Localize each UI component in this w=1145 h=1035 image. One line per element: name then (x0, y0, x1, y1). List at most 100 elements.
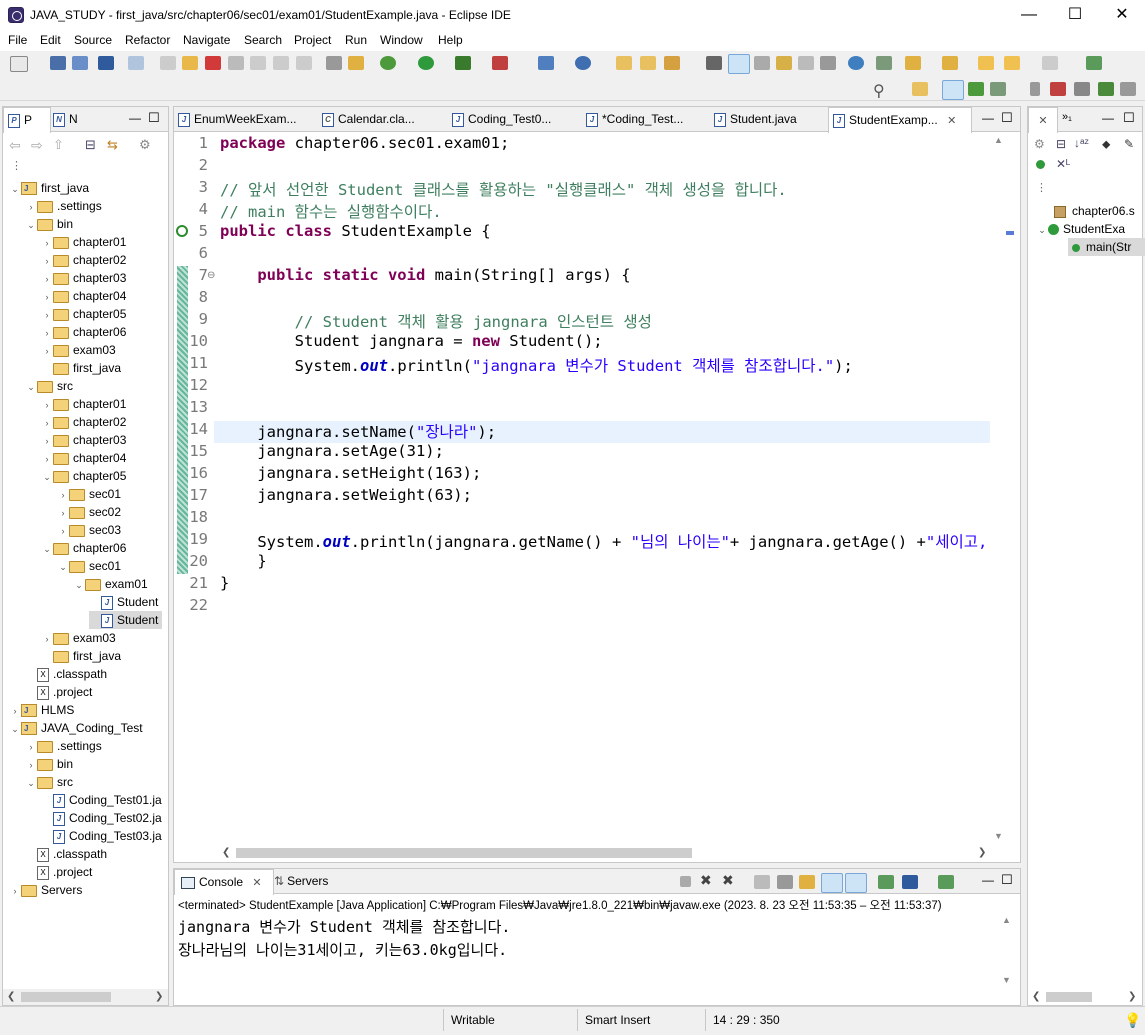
open-type-icon[interactable] (616, 56, 632, 70)
forward-nav-icon[interactable]: ⇨ (31, 137, 43, 154)
collapse-all-icon[interactable]: ⊟ (85, 137, 96, 153)
tab-servers[interactable]: ⇅ Servers (270, 869, 344, 894)
chevron-right-icon[interactable]: › (57, 504, 69, 522)
block-icon[interactable] (776, 56, 792, 70)
tree-item[interactable]: X .classpath (25, 845, 107, 863)
hide-fields-icon[interactable]: ⬥ (1102, 137, 1110, 152)
chevron-right-icon[interactable]: › (41, 252, 53, 270)
editor-tab-student[interactable]: J Student.java (714, 107, 822, 132)
skip-breakpoints-icon[interactable] (128, 56, 144, 70)
chevron-down-icon[interactable]: ⌄ (57, 558, 69, 576)
menu-file[interactable]: File (8, 33, 27, 47)
chevron-right-icon[interactable]: › (41, 288, 53, 306)
menu-edit[interactable]: Edit (40, 33, 61, 47)
tree-item[interactable]: › chapter03 (41, 269, 127, 288)
view-c-icon[interactable] (1098, 82, 1114, 96)
link-outline-icon[interactable]: ⊟ (1056, 137, 1066, 151)
suspend-icon[interactable] (182, 56, 198, 70)
tree-item[interactable]: X .project (25, 683, 92, 701)
restore-icon[interactable] (1030, 82, 1040, 96)
chevron-right-icon[interactable]: › (41, 432, 53, 450)
tree-item[interactable]: ⌄ chapter06 (41, 539, 126, 557)
link-editor-icon[interactable]: ⇆ (107, 137, 118, 153)
next-annotation-icon[interactable] (905, 56, 921, 70)
chevron-right-icon[interactable]: › (41, 414, 53, 432)
overview-marker[interactable] (1006, 231, 1014, 235)
tree-item[interactable]: J Coding_Test01.ja (41, 791, 162, 809)
open-console-icon[interactable] (938, 875, 954, 889)
highlight-icon[interactable] (728, 54, 750, 74)
maximize-button[interactable]: ☐ (1052, 0, 1098, 30)
open-folder-icon[interactable] (640, 56, 656, 70)
back-icon[interactable] (1004, 56, 1020, 70)
chevron-down-icon[interactable]: ⌄ (25, 216, 37, 234)
tree-item[interactable]: › sec01 (57, 485, 122, 503)
editor-tab-enumweekexam[interactable]: J EnumWeekExam... (178, 107, 316, 132)
chevron-right-icon[interactable]: › (41, 306, 53, 324)
tree-item[interactable]: › sec02 (57, 503, 122, 522)
debug-perspective-icon[interactable] (968, 82, 984, 96)
tree-item[interactable]: J Student (89, 611, 163, 629)
terminate-console-icon[interactable] (680, 876, 691, 887)
mark-icon[interactable] (754, 56, 770, 70)
tree-item[interactable]: › chapter04 (41, 287, 127, 306)
tree-item[interactable]: › bin (25, 755, 74, 773)
close-console-icon[interactable]: ✕ (252, 877, 261, 889)
more-views-icon[interactable]: »₁ (1062, 111, 1072, 123)
console-minimize-icon[interactable]: — (982, 873, 994, 887)
outline-minimize-icon[interactable]: — (1102, 111, 1114, 125)
step-into-icon[interactable] (250, 56, 266, 70)
menu-help[interactable]: Help (438, 33, 463, 47)
tree-item[interactable]: ⌄ src (25, 773, 73, 791)
annotation-icon[interactable] (706, 56, 722, 70)
prev-annotation-icon[interactable] (942, 56, 958, 70)
tree-item[interactable]: ⌄ sec01 (57, 557, 121, 575)
java-perspective-icon[interactable] (942, 80, 964, 100)
pin-editor-icon[interactable] (1086, 56, 1102, 70)
vscroll-down-icon[interactable]: ▼ (994, 831, 1003, 841)
tree-item[interactable]: › HLMS (9, 701, 75, 720)
external-tools-icon[interactable] (492, 56, 508, 70)
view-b-icon[interactable] (1074, 82, 1090, 96)
globe-icon[interactable] (848, 56, 864, 70)
tree-item[interactable]: › chapter03 (41, 431, 127, 450)
outline-hscrollbar[interactable]: ❮ ❯ (1028, 989, 1142, 1005)
chevron-down-icon[interactable]: ⌄ (41, 540, 53, 558)
menu-run[interactable]: Run (345, 33, 367, 47)
outline-main-method[interactable]: main(Str (1068, 238, 1145, 256)
new-icon[interactable] (10, 56, 28, 72)
chevron-down-icon[interactable]: ⌄ (9, 720, 21, 738)
editor-tab-coding-test-modified[interactable]: J *Coding_Test... (586, 107, 716, 132)
tab-outline[interactable]: ✕ (1028, 107, 1058, 133)
tree-item[interactable]: ⌄ src (25, 377, 73, 395)
chevron-right-icon[interactable]: › (41, 396, 53, 414)
open-perspective-icon[interactable] (912, 82, 928, 96)
chevron-down-icon[interactable]: ⌄ (25, 378, 37, 396)
tree-item[interactable]: › .settings (25, 737, 102, 755)
tree-item[interactable]: › chapter02 (41, 251, 127, 270)
tree-item[interactable]: X .classpath (25, 665, 107, 683)
tree-item[interactable]: ⌄ bin (25, 215, 73, 233)
resume-icon[interactable] (160, 56, 176, 70)
toggle-icon[interactable] (326, 56, 342, 70)
tree-hscrollbar[interactable]: ❮ ❯ (3, 989, 168, 1005)
new-java-project-icon[interactable] (538, 56, 554, 70)
debug-icon[interactable] (380, 56, 396, 70)
chevron-right-icon[interactable]: › (57, 522, 69, 540)
vscroll-up-icon[interactable]: ▲ (994, 135, 1003, 145)
outline-menu-icon[interactable]: ⋮ (1036, 181, 1047, 194)
editor-maximize-icon[interactable]: ☐ (1001, 110, 1013, 126)
show-stderr-icon[interactable] (845, 873, 867, 893)
chevron-right-icon[interactable]: › (41, 270, 53, 288)
run-icon[interactable] (418, 56, 434, 70)
chevron-right-icon[interactable]: › (25, 738, 37, 756)
editor-tab-studentexample[interactable]: J StudentExamp... ✕ (828, 107, 972, 133)
tip-lightbulb-icon[interactable]: 💡 (1124, 1012, 1141, 1029)
fold-marker-icon[interactable]: ⊖ (207, 270, 215, 281)
remove-launch-icon[interactable]: ✖ (700, 872, 712, 889)
tree-item[interactable]: › chapter01 (41, 395, 127, 414)
save-icon[interactable] (50, 56, 66, 70)
pin-console-icon[interactable] (878, 875, 894, 889)
tree-item[interactable]: ⌄ JAVA_Coding_Test (9, 719, 142, 738)
terminate-icon[interactable] (205, 56, 221, 70)
